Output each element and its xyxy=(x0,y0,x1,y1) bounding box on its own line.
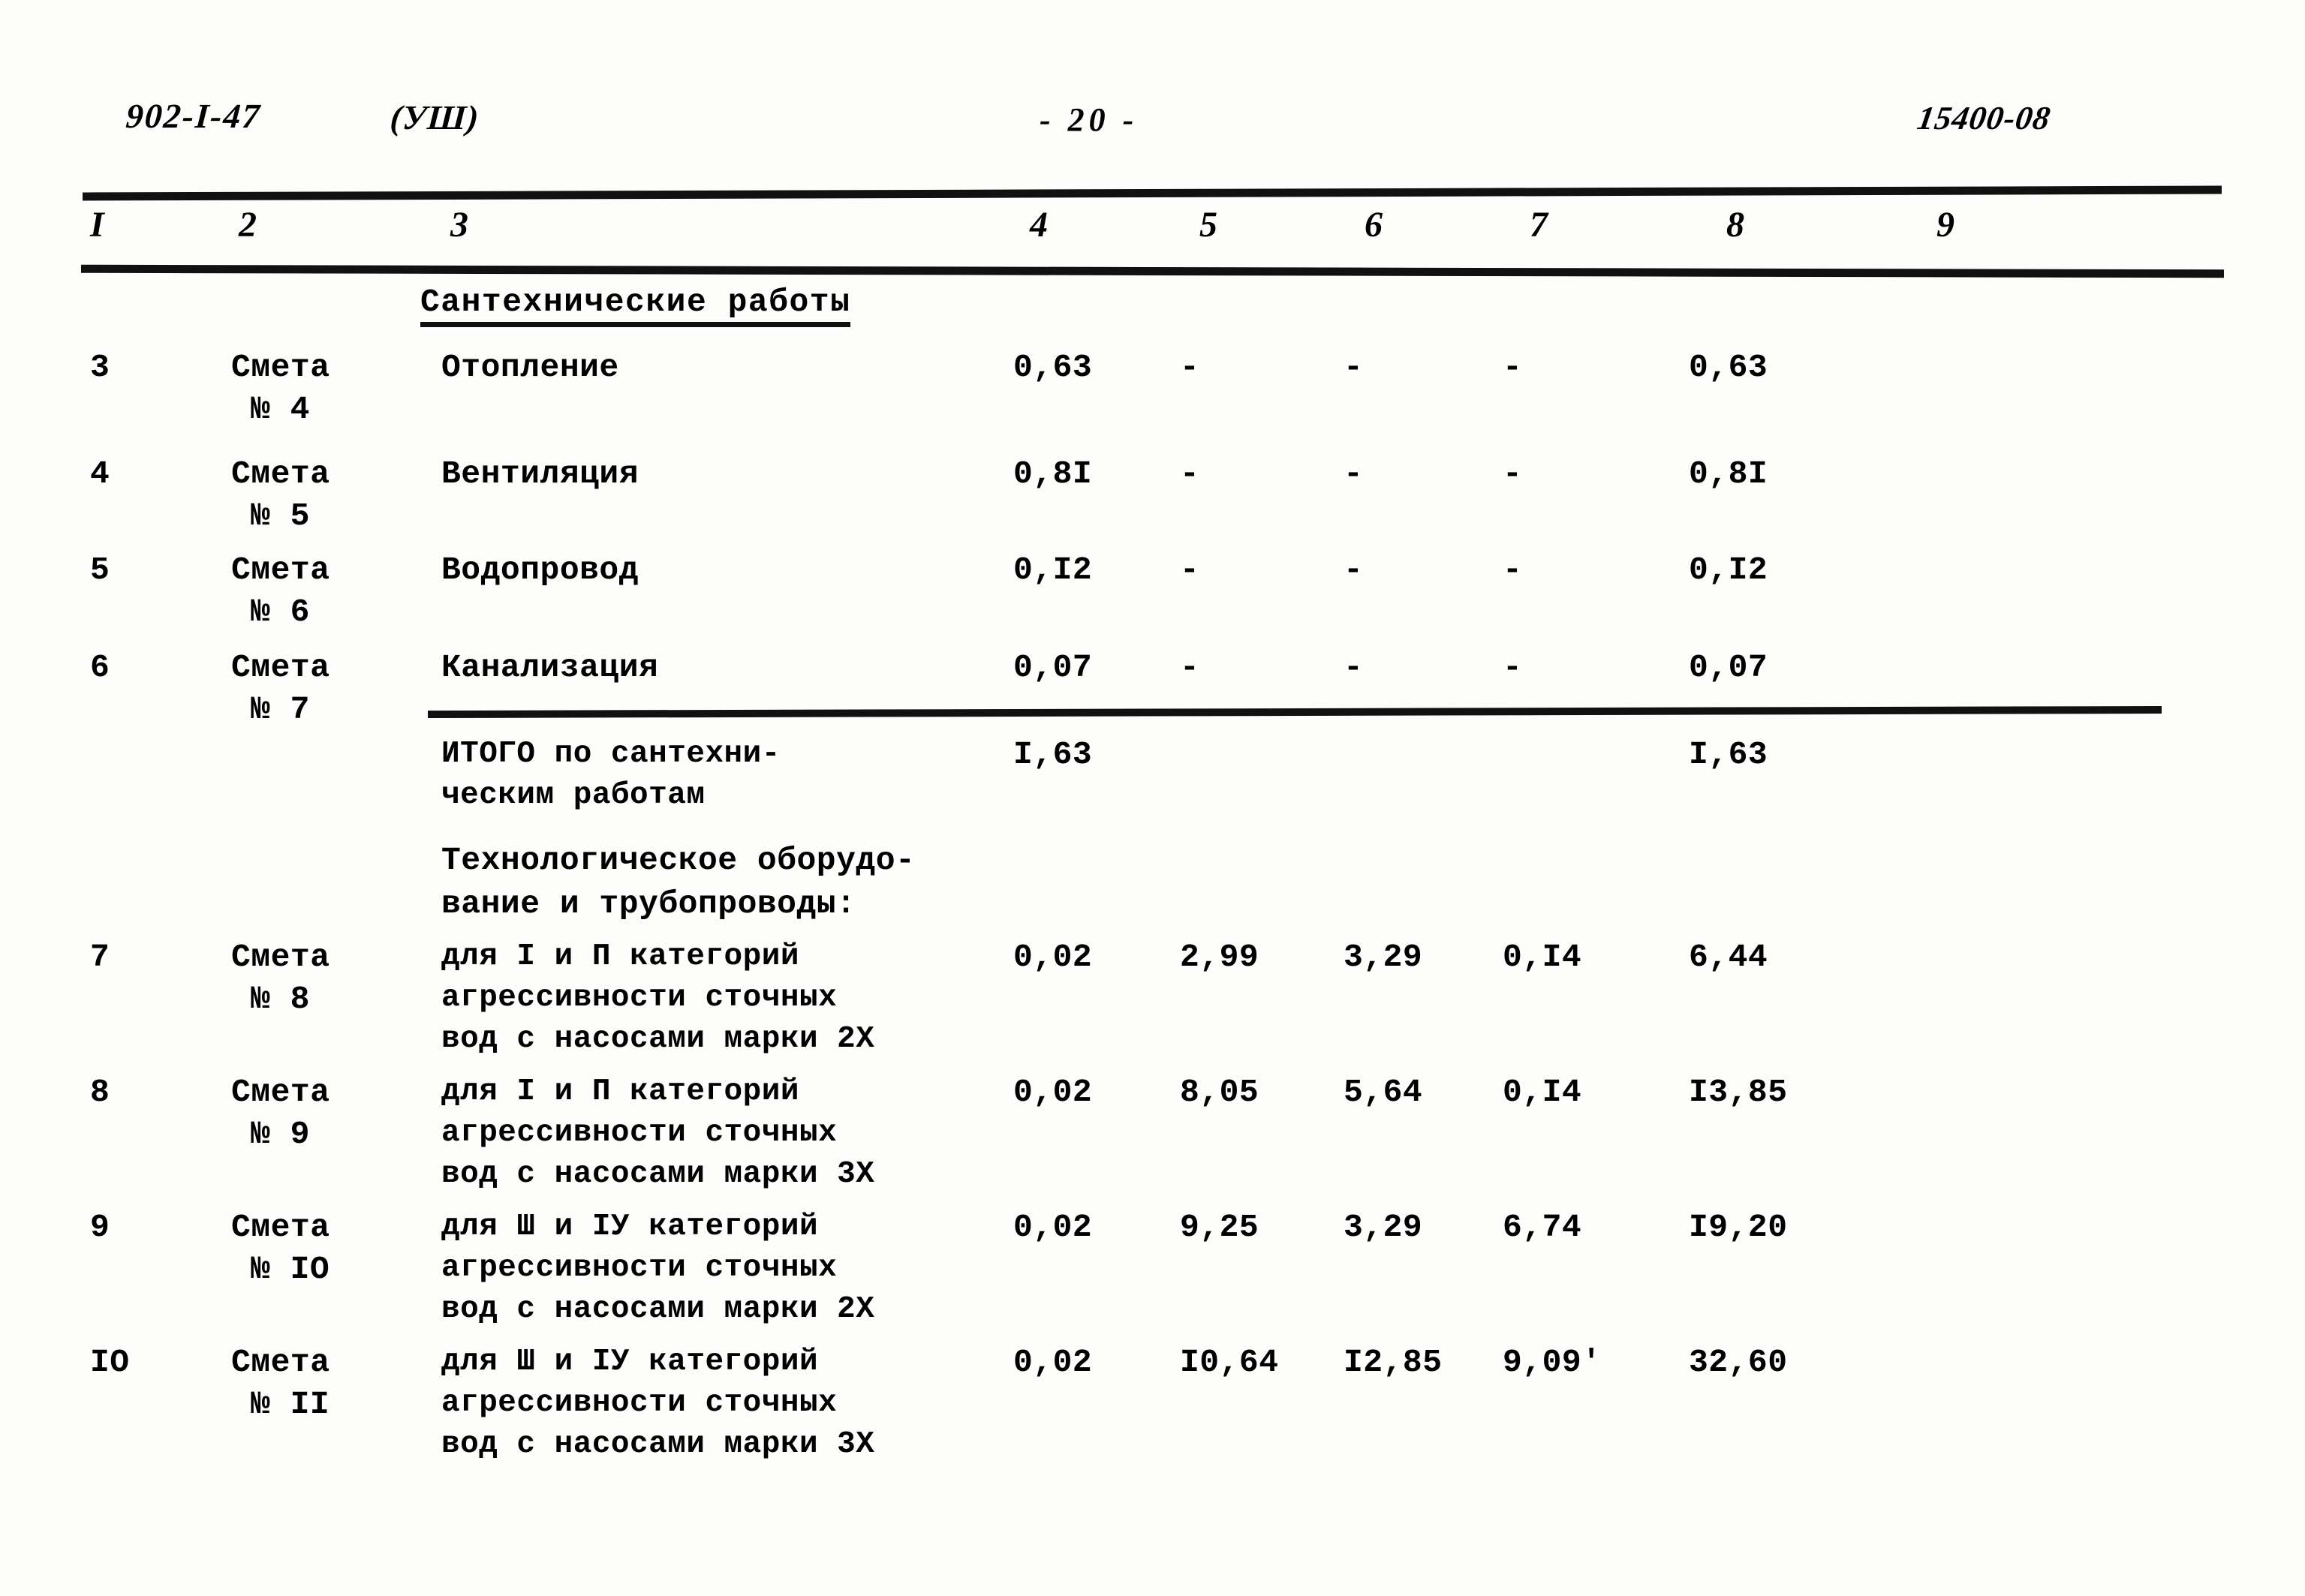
value-col-8: I9,20 xyxy=(1689,1209,1788,1246)
table-header-rule xyxy=(80,264,2225,278)
row-number: 3 xyxy=(90,349,110,386)
row-description: для Ш и IУ категорий агрессивности сточн… xyxy=(441,1210,875,1327)
row-description: для Ш и IУ категорий агрессивности сточн… xyxy=(441,1345,875,1462)
value-col-6: 5,64 xyxy=(1344,1074,1423,1111)
column-header-8: 8 xyxy=(1726,205,1744,245)
value-col-5: - xyxy=(1180,552,1200,588)
value-col-7: - xyxy=(1503,649,1523,686)
document-code: 902-I-47 xyxy=(125,97,263,135)
subtotal-col-4: I,63 xyxy=(1013,736,1093,773)
column-header-1: I xyxy=(90,205,104,245)
value-col-8: 0,I2 xyxy=(1689,552,1768,588)
value-col-7: 0,I4 xyxy=(1503,939,1582,975)
value-col-4: 0,02 xyxy=(1013,1344,1093,1381)
estimate-label: Смета № 8 xyxy=(231,939,330,1017)
estimate-label: Смета № 7 xyxy=(231,649,330,728)
value-col-4: 0,8I xyxy=(1013,455,1093,492)
document-series: (УШ) xyxy=(389,98,481,137)
section-heading-tech: Технологическое оборудо- вание и трубопр… xyxy=(441,842,916,922)
value-col-5: 9,25 xyxy=(1180,1209,1259,1246)
value-col-8: I3,85 xyxy=(1689,1074,1788,1111)
section-title-santeh: Сантехнические работы xyxy=(420,284,851,327)
value-col-4: 0,63 xyxy=(1013,349,1093,386)
row-description: Вентиляция xyxy=(441,455,639,492)
value-col-5: - xyxy=(1180,455,1200,492)
estimate-label: Смета № 6 xyxy=(231,552,330,630)
value-col-5: 2,99 xyxy=(1180,939,1259,975)
value-col-6: - xyxy=(1344,455,1364,492)
row-description: для I и П категорий агрессивности сточны… xyxy=(441,939,875,1056)
value-col-8: 0,63 xyxy=(1689,349,1768,386)
value-col-7: - xyxy=(1503,455,1523,492)
value-col-6: - xyxy=(1344,649,1364,686)
column-header-7: 7 xyxy=(1530,205,1548,245)
page-header: 902-I-47 (УШ) - 20 - 15400-08 xyxy=(0,96,2305,164)
estimate-label: Смета № II xyxy=(231,1344,330,1423)
column-header-3: 3 xyxy=(450,205,468,245)
row-description: Водопровод xyxy=(441,552,639,588)
column-header-2: 2 xyxy=(239,205,257,245)
subtotal-col-8: I,63 xyxy=(1689,736,1768,773)
row-number: 6 xyxy=(90,649,110,686)
value-col-6: - xyxy=(1344,552,1364,588)
column-header-4: 4 xyxy=(1030,205,1048,245)
row-description: Канализация xyxy=(441,649,659,686)
value-col-5: 8,05 xyxy=(1180,1074,1259,1111)
column-header-9: 9 xyxy=(1936,205,1954,245)
value-col-6: I2,85 xyxy=(1344,1344,1443,1381)
value-col-7: - xyxy=(1503,552,1523,588)
value-col-5: - xyxy=(1180,349,1200,386)
value-col-8: 32,60 xyxy=(1689,1344,1788,1381)
estimate-label: Смета № IO xyxy=(231,1209,330,1288)
row-number: 7 xyxy=(90,939,110,975)
value-col-5: I0,64 xyxy=(1180,1344,1279,1381)
column-header-5: 5 xyxy=(1199,205,1217,245)
value-col-8: 6,44 xyxy=(1689,939,1768,975)
value-col-4: 0,02 xyxy=(1013,1209,1093,1246)
row-number: 9 xyxy=(90,1209,110,1246)
value-col-8: 0,8I xyxy=(1689,455,1768,492)
subtotal-rule xyxy=(427,705,2162,719)
value-col-5: - xyxy=(1180,649,1200,686)
row-number: 4 xyxy=(90,455,110,492)
value-col-4: 0,02 xyxy=(1013,1074,1093,1111)
row-description: для I и П категорий агрессивности сточны… xyxy=(441,1075,875,1192)
value-col-7: 0,I4 xyxy=(1503,1074,1582,1111)
value-col-4: 0,07 xyxy=(1013,649,1093,686)
value-col-7: 6,74 xyxy=(1503,1209,1582,1246)
row-number: 5 xyxy=(90,552,110,588)
value-col-8: 0,07 xyxy=(1689,649,1768,686)
column-header-6: 6 xyxy=(1365,205,1383,245)
value-col-4: 0,I2 xyxy=(1013,552,1093,588)
value-col-6: - xyxy=(1344,349,1364,386)
row-description: Отопление xyxy=(441,349,619,386)
archive-stamp: 15400-08 xyxy=(1915,100,2054,137)
row-number: 8 xyxy=(90,1074,110,1111)
row-number: IO xyxy=(90,1344,130,1381)
document-page: 902-I-47 (УШ) - 20 - 15400-08 I 2 3 4 5 … xyxy=(0,0,2305,1596)
value-col-6: 3,29 xyxy=(1344,1209,1423,1246)
value-col-7: 9,09' xyxy=(1503,1344,1602,1381)
estimate-label: Смета № 9 xyxy=(231,1074,330,1153)
page-number: - 20 - xyxy=(1040,101,1139,138)
estimate-label: Смета № 4 xyxy=(231,349,330,428)
value-col-7: - xyxy=(1503,349,1523,386)
value-col-6: 3,29 xyxy=(1344,939,1423,975)
estimate-label: Смета № 5 xyxy=(231,455,330,534)
subtotal-label: ИТОГО по сантехни- ческим работам xyxy=(441,737,781,813)
table-top-rule xyxy=(82,185,2222,201)
value-col-4: 0,02 xyxy=(1013,939,1093,975)
